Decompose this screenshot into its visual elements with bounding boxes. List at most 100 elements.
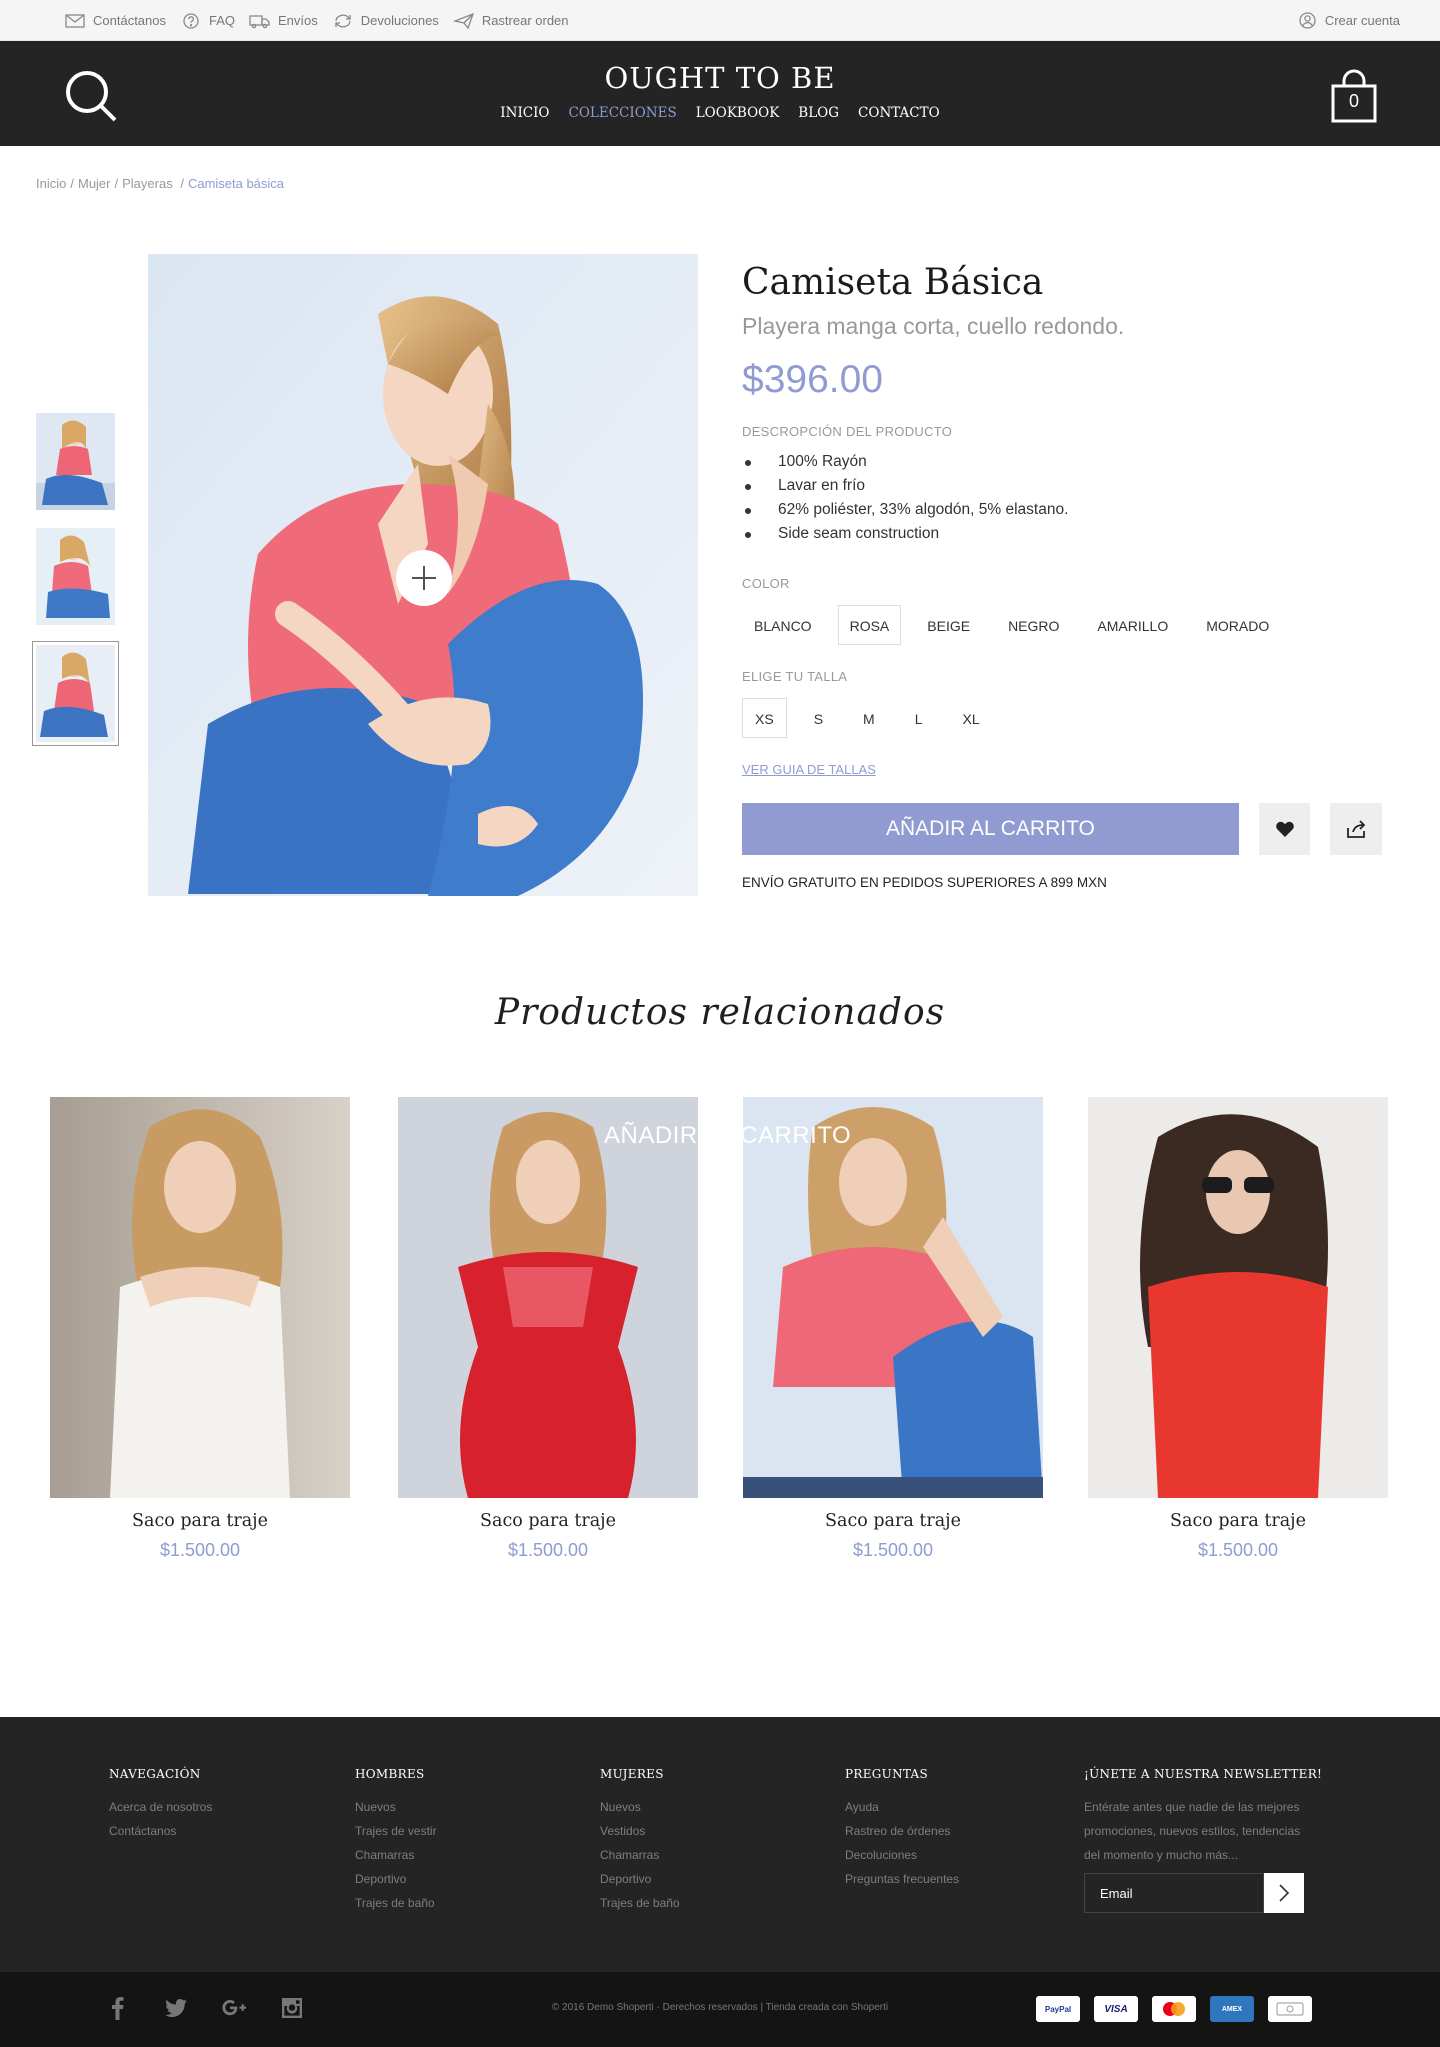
track-order-link-label: Rastrear orden — [481, 13, 569, 28]
footer-link[interactable]: Vestidos — [600, 1819, 680, 1843]
related-photo-pink-tee-jeans — [743, 1097, 1043, 1498]
feature-item: 100% Rayón — [742, 450, 1382, 474]
shipping-link[interactable]: Envíos — [249, 13, 318, 29]
related-product-price: $1.500.00 — [852, 1540, 934, 1560]
footer-link[interactable]: Nuevos — [600, 1795, 680, 1819]
nav-blog[interactable]: BLOG — [798, 105, 839, 121]
returns-link-label: Devoluciones — [360, 13, 439, 28]
contact-link[interactable]: Contáctanos — [64, 13, 166, 29]
nav-colecciones[interactable]: COLECCIONES — [569, 105, 677, 121]
newsletter-submit-button[interactable] — [1264, 1873, 1304, 1913]
footer-link[interactable]: Trajes de baño — [355, 1891, 437, 1915]
size-label: ELIGE TU TALLA — [742, 669, 848, 684]
shipping-link-label: Envíos — [278, 13, 318, 28]
site-header: OUGHT TO BE INICIO COLECCIONES LOOKBOOK … — [0, 41, 1440, 146]
product-thumbnail[interactable] — [36, 528, 115, 625]
footer-column-title: PREGUNTAS — [845, 1767, 929, 1781]
footer-link[interactable]: Ayuda — [845, 1795, 959, 1819]
returns-link[interactable]: Devoluciones — [332, 13, 439, 29]
related-title: Productos relacionados — [494, 992, 946, 1033]
product-subtitle: Playera manga corta, cuello redondo. — [742, 313, 1125, 339]
site-logo[interactable]: OUGHT TO BE — [0, 61, 1440, 95]
paypal-badge: PayPal — [1036, 1996, 1080, 2022]
mail-icon — [65, 13, 85, 28]
zoom-button[interactable] — [396, 550, 452, 606]
size-option-xs[interactable]: XS — [742, 698, 787, 738]
footer-column-title: HOMBRES — [355, 1767, 425, 1781]
size-guide-link[interactable]: VER GUIA DE TALLAS — [742, 762, 876, 777]
nav-lookbook[interactable]: LOOKBOOK — [696, 105, 780, 121]
footer-column-title: MUJERES — [600, 1767, 664, 1781]
related-product-image — [398, 1097, 698, 1498]
footer-link[interactable]: Chamarras — [355, 1843, 437, 1867]
footer-link[interactable]: Trajes de baño — [600, 1891, 680, 1915]
related-product-card[interactable]: Saco para traje $1.500.00 — [1088, 1097, 1388, 1561]
contact-link-label: Contáctanos — [93, 13, 166, 28]
color-option-amarillo[interactable]: AMARILLO — [1085, 605, 1180, 645]
related-product-price: $1.500.00 — [1197, 1540, 1279, 1560]
footer-link[interactable]: Deportivo — [600, 1867, 680, 1891]
related-product-card[interactable]: Saco para traje $1.500.00 — [743, 1097, 1043, 1561]
share-button[interactable] — [1330, 803, 1382, 855]
footer-link[interactable]: Rastreo de órdenes — [845, 1819, 959, 1843]
create-account-link[interactable]: Crear cuenta — [1299, 0, 1400, 41]
footer-link[interactable]: Acerca de nosotros — [109, 1795, 212, 1819]
size-option-xl[interactable]: XL — [950, 698, 993, 738]
newsletter-column: ¡ÚNETE A NUESTRA NEWSLETTER! Entérate an… — [1084, 1767, 1322, 1867]
nav-inicio[interactable]: INICIO — [500, 105, 549, 121]
wishlist-button[interactable] — [1258, 803, 1311, 855]
color-option-rosa[interactable]: ROSA — [837, 605, 902, 645]
footer-link[interactable]: Deportivo — [355, 1867, 437, 1891]
breadcrumb-item[interactable]: Inicio — [36, 176, 66, 191]
related-product-price: $1.500.00 — [159, 1540, 241, 1560]
size-option-s[interactable]: S — [801, 698, 836, 738]
color-options: BLANCO ROSA BEIGE NEGRO AMARILLO MORADO — [742, 605, 1382, 645]
plus-icon — [412, 566, 436, 590]
breadcrumb-item[interactable]: Playeras — [122, 176, 173, 191]
footer-column: MUJERES Nuevos Vestidos Chamarras Deport… — [600, 1767, 680, 1915]
related-product-image — [1088, 1097, 1388, 1498]
add-to-cart-button[interactable]: AÑADIR AL CARRITO — [742, 803, 1239, 855]
user-icon — [1299, 12, 1316, 29]
color-option-negro[interactable]: NEGRO — [996, 605, 1071, 645]
product-thumbnail-active[interactable] — [32, 641, 119, 746]
utility-links: Contáctanos FAQ Envíos Devoluciones Rast… — [64, 0, 569, 41]
cart-button[interactable]: 0 — [1330, 69, 1378, 123]
footer-link[interactable]: Chamarras — [600, 1843, 680, 1867]
help-icon — [183, 12, 199, 29]
feature-list: 100% Rayón Lavar en frío 62% poliéster, … — [742, 450, 1382, 546]
color-option-blanco[interactable]: BLANCO — [742, 605, 824, 645]
footer-column: HOMBRES Nuevos Trajes de vestir Chamarra… — [355, 1767, 437, 1915]
related-product-card[interactable]: Saco para traje $1.500.00 — [398, 1097, 698, 1561]
feature-item: 62% poliéster, 33% algodón, 5% elastano. — [742, 498, 1382, 522]
related-product-image — [50, 1097, 350, 1498]
related-product-card[interactable]: Saco para traje $1.500.00 — [50, 1097, 350, 1561]
size-options: XS S M L XL — [742, 698, 1382, 738]
quick-add-overlay-label[interactable]: AÑADIR AL CARRITO — [604, 1122, 851, 1150]
heart-icon — [1275, 821, 1294, 837]
size-option-m[interactable]: M — [850, 698, 888, 738]
related-product-image — [743, 1097, 1043, 1498]
track-order-link[interactable]: Rastrear orden — [452, 12, 569, 29]
footer-link[interactable]: Contáctanos — [109, 1819, 212, 1843]
related-product-price: $1.500.00 — [507, 1540, 589, 1560]
related-product-name: Saco para traje — [1170, 1511, 1306, 1531]
footer-link[interactable]: Nuevos — [355, 1795, 437, 1819]
nav-contacto[interactable]: CONTACTO — [858, 105, 940, 121]
size-option-l[interactable]: L — [902, 698, 936, 738]
breadcrumb-item[interactable]: Mujer — [78, 176, 111, 191]
chevron-right-icon — [1279, 1884, 1290, 1902]
footer-link[interactable]: Decoluciones — [845, 1843, 959, 1867]
footer-link[interactable]: Trajes de vestir — [355, 1819, 437, 1843]
product-price: $396.00 — [742, 358, 883, 401]
amex-badge: AMEX — [1210, 1996, 1254, 2022]
cash-icon — [1276, 2002, 1304, 2016]
newsletter-email-input[interactable] — [1084, 1873, 1264, 1913]
main-nav: INICIO COLECCIONES LOOKBOOK BLOG CONTACT… — [0, 105, 1440, 121]
feature-item: Side seam construction — [742, 522, 1382, 546]
faq-link[interactable]: FAQ — [180, 12, 235, 29]
product-thumbnail[interactable] — [36, 413, 115, 510]
color-option-morado[interactable]: MORADO — [1194, 605, 1281, 645]
color-option-beige[interactable]: BEIGE — [915, 605, 982, 645]
footer-link[interactable]: Preguntas frecuentes — [845, 1867, 959, 1891]
